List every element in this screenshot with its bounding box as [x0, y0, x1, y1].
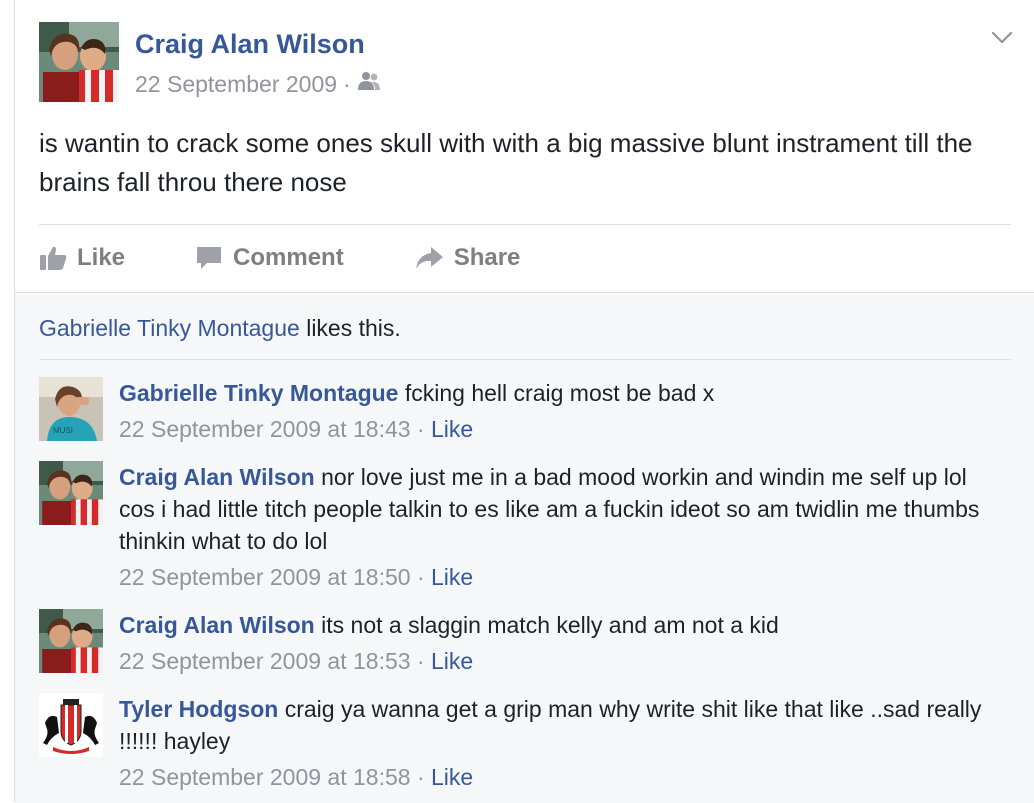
commenter-avatar[interactable]	[39, 609, 103, 673]
comment-like-link[interactable]: Like	[431, 564, 473, 590]
comment-meta: 22 September 2009 at 18:53 · Like	[119, 648, 474, 674]
like-button[interactable]: Like	[39, 244, 125, 272]
comment-body: Tyler Hodgson craig ya wanna get a grip …	[119, 693, 999, 793]
comment-text: fcking hell craig most be bad x	[398, 380, 715, 406]
like-label: Like	[77, 244, 126, 271]
share-label: Share	[453, 244, 521, 271]
share-arrow-icon	[414, 245, 444, 271]
comment-author[interactable]: Craig Alan Wilson	[119, 612, 315, 638]
post-meta: 22 September 2009 ·	[135, 70, 381, 98]
comment-meta: 22 September 2009 at 18:50 · Like	[119, 564, 474, 590]
crest-logo	[39, 693, 103, 757]
comment-button[interactable]: Comment	[195, 244, 344, 272]
comment-body: Gabrielle Tinky Montague fcking hell cra…	[119, 377, 999, 445]
comment-text: its not a slaggin match kelly and am not…	[314, 612, 779, 638]
comment-body: Craig Alan Wilson its not a slaggin matc…	[119, 609, 999, 677]
comment-timestamp[interactable]: 22 September 2009 at 18:43	[119, 416, 411, 442]
comment-like-link[interactable]: Like	[431, 764, 473, 790]
divider	[39, 224, 1011, 225]
liker-name[interactable]: Gabrielle Tinky Montague	[39, 315, 300, 341]
commenter-avatar[interactable]	[39, 461, 103, 525]
comment-timestamp[interactable]: 22 September 2009 at 18:58	[119, 764, 411, 790]
comment-body: Craig Alan Wilson nor love just me in a …	[119, 461, 999, 593]
comment-bubble-icon	[195, 245, 223, 271]
svg-text:MUSI: MUSI	[53, 426, 73, 435]
share-button[interactable]: Share	[414, 244, 521, 272]
comment-timestamp[interactable]: 22 September 2009 at 18:53	[119, 648, 411, 674]
comment-like-link[interactable]: Like	[431, 648, 473, 674]
post-date[interactable]: 22 September 2009	[135, 71, 337, 98]
thumbs-up-icon	[39, 245, 67, 271]
chevron-down-icon[interactable]	[989, 24, 1015, 50]
comment-timestamp[interactable]: 22 September 2009 at 18:50	[119, 564, 411, 590]
post-text: is wantin to crack some ones skull with …	[39, 128, 973, 197]
meta-separator: ·	[343, 70, 351, 97]
poster-name[interactable]: Craig Alan Wilson	[135, 29, 365, 60]
comment-meta: 22 September 2009 at 18:58 · Like	[119, 764, 474, 790]
post-card: Craig Alan Wilson 22 September 2009 · is…	[14, 0, 1034, 803]
comments-section: Gabrielle Tinky Montague likes this. MUS…	[15, 292, 1034, 803]
likes-suffix: likes this.	[299, 315, 401, 341]
comment-meta: 22 September 2009 at 18:43 · Like	[119, 416, 474, 442]
poster-avatar[interactable]	[39, 22, 119, 102]
commenter-avatar[interactable]	[39, 693, 103, 757]
likes-summary: Gabrielle Tinky Montague likes this.	[39, 315, 401, 342]
comment-author[interactable]: Tyler Hodgson	[119, 696, 278, 722]
comment-author[interactable]: Craig Alan Wilson	[119, 464, 315, 490]
divider	[39, 359, 1011, 360]
comment-author[interactable]: Gabrielle Tinky Montague	[119, 380, 398, 406]
commenter-avatar[interactable]: MUSI	[39, 377, 103, 441]
post-actions: Like Comment Share	[39, 238, 590, 278]
comment-label: Comment	[233, 244, 344, 271]
comment-like-link[interactable]: Like	[431, 416, 473, 442]
friends-audience-icon[interactable]	[357, 70, 381, 98]
